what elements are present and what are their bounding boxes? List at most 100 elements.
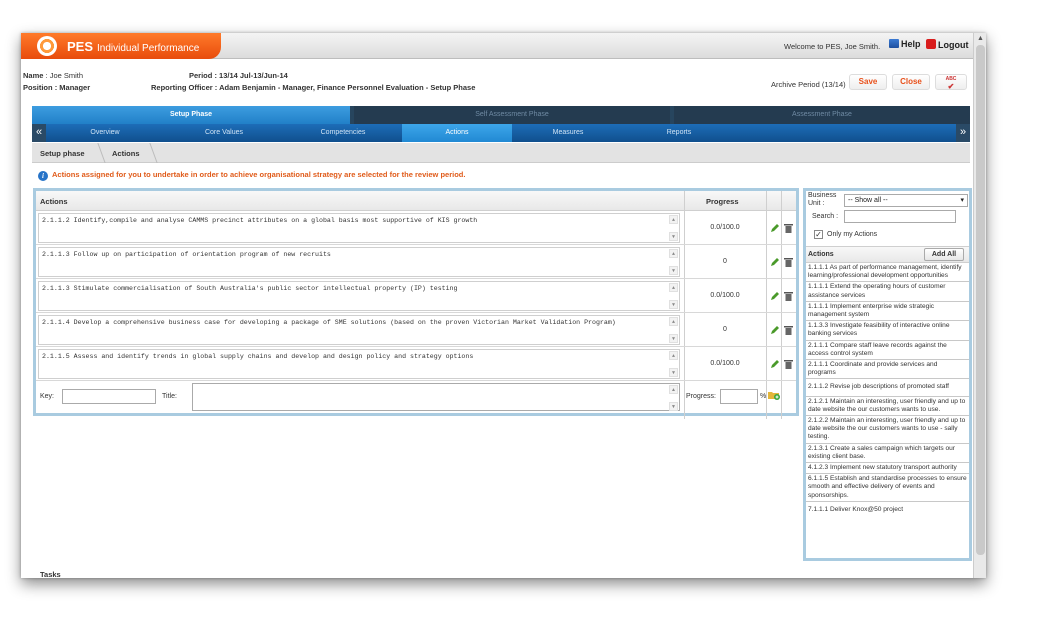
scroll-up-icon[interactable]: ▲	[669, 385, 678, 394]
list-item[interactable]: 2.1.1.1 Coordinate and provide services …	[806, 360, 969, 380]
archive-period[interactable]: Archive Period (13/14)	[771, 80, 846, 89]
scroll-up-icon[interactable]: ▲	[669, 283, 678, 292]
officer-info: Reporting Officer : Adam Benjamin - Mana…	[151, 83, 476, 92]
scroll-down-icon[interactable]: ▼	[669, 266, 678, 275]
list-item[interactable]: 7.1.1.1 Deliver Knox@50 project	[806, 502, 969, 518]
phase-assessment[interactable]: Assessment Phase	[674, 106, 970, 124]
row-progress: 0	[723, 258, 727, 265]
search-input[interactable]	[844, 210, 956, 223]
side-actions-title: Actions	[808, 251, 834, 258]
tab-next-button[interactable]: »	[956, 124, 970, 142]
name-info: Name : Joe Smith	[23, 71, 84, 80]
list-item[interactable]: 1.1.1.1 Extend the operating hours of cu…	[806, 282, 969, 302]
table-row: 2.1.1.3 Stimulate commercialisation of S…	[36, 279, 796, 313]
title-input[interactable]: ▲ ▼	[192, 383, 680, 411]
tab-bar: « Overview Core Values Competencies Acti…	[32, 124, 970, 142]
trash-icon[interactable]	[784, 257, 793, 267]
table-row: 2.1.1.5 Assess and identify trends in gl…	[36, 347, 796, 381]
business-unit-select[interactable]: -- Show all -- ▾	[844, 194, 968, 207]
scroll-thumb[interactable]	[976, 45, 985, 555]
help-icon	[889, 39, 899, 48]
action-text[interactable]: 2.1.1.2 Identify,compile and analyse CAM…	[38, 213, 680, 243]
action-text[interactable]: 2.1.1.3 Follow up on participation of or…	[38, 247, 680, 277]
scroll-up-icon[interactable]: ▲	[669, 351, 678, 360]
help-link[interactable]: Help	[889, 39, 921, 49]
action-text[interactable]: 2.1.1.3 Stimulate commercialisation of S…	[38, 281, 680, 311]
scroll-up-icon[interactable]: ▲	[669, 249, 678, 258]
add-folder-icon[interactable]	[768, 389, 780, 401]
close-button[interactable]: Close	[892, 74, 930, 90]
trash-icon[interactable]	[784, 325, 793, 335]
breadcrumb-setup-phase[interactable]: Setup phase	[40, 149, 85, 158]
pencil-icon[interactable]	[770, 325, 780, 335]
trash-icon[interactable]	[784, 359, 793, 369]
text-scrollbar[interactable]: ▲ ▼	[669, 385, 678, 411]
scroll-down-icon[interactable]: ▼	[669, 334, 678, 343]
scroll-up-icon[interactable]: ▲	[669, 317, 678, 326]
spellcheck-button[interactable]: ABC ✔	[935, 74, 967, 91]
text-scrollbar[interactable]: ▲ ▼	[669, 215, 678, 241]
tab-overview[interactable]: Overview	[46, 124, 164, 142]
side-action-list: 1.1.1.1 As part of performance managemen…	[806, 263, 969, 518]
column-actions: Actions	[40, 197, 68, 206]
tasks-heading: Tasks	[40, 570, 61, 578]
tab-reports[interactable]: Reports	[624, 124, 734, 142]
pencil-icon[interactable]	[770, 223, 780, 233]
list-item[interactable]: 2.1.2.1 Maintain an interesting, user fr…	[806, 397, 969, 417]
text-scrollbar[interactable]: ▲ ▼	[669, 351, 678, 377]
save-button[interactable]: Save	[849, 74, 887, 90]
scroll-up-icon[interactable]: ▲	[669, 215, 678, 224]
list-item[interactable]: 1.1.1.1 Implement enterprise wide strate…	[806, 302, 969, 322]
tab-competencies[interactable]: Competencies	[284, 124, 402, 142]
key-input[interactable]	[62, 389, 156, 404]
scroll-down-icon[interactable]: ▼	[669, 300, 678, 309]
scroll-up-icon[interactable]: ▲	[977, 35, 984, 42]
key-label: Key:	[40, 393, 55, 400]
text-scrollbar[interactable]: ▲ ▼	[669, 283, 678, 309]
scroll-down-icon[interactable]: ▼	[669, 368, 678, 377]
tab-prev-button[interactable]: «	[32, 124, 46, 142]
only-my-actions-checkbox[interactable]: ✓	[814, 230, 823, 239]
phase-self-assessment[interactable]: Self Assessment Phase	[354, 106, 670, 124]
phase-setup[interactable]: Setup Phase	[32, 106, 350, 124]
list-item[interactable]: 2.1.1.1 Compare staff leave records agai…	[806, 341, 969, 361]
scroll-down-icon[interactable]: ▼	[669, 232, 678, 241]
only-my-actions-label: Only my Actions	[827, 231, 878, 238]
list-item[interactable]: 2.1.2.2 Maintain an interesting, user fr…	[806, 416, 969, 444]
action-text[interactable]: 2.1.1.5 Assess and identify trends in gl…	[38, 349, 680, 379]
row-progress: 0.0/100.0	[710, 224, 740, 231]
phase-bar: Setup Phase Self Assessment Phase Assess…	[32, 106, 970, 124]
search-label: Search :	[812, 213, 839, 220]
text-scrollbar[interactable]: ▲ ▼	[669, 249, 678, 275]
title-label: Title:	[162, 393, 177, 400]
scroll-down-icon[interactable]: ▼	[669, 402, 678, 411]
tab-core-values[interactable]: Core Values	[164, 124, 284, 142]
tab-actions[interactable]: Actions	[402, 124, 512, 142]
tab-measures[interactable]: Measures	[512, 124, 624, 142]
list-item[interactable]: 4.1.2.3 Implement new statutory transpor…	[806, 463, 969, 475]
pencil-icon[interactable]	[770, 257, 780, 267]
trash-icon[interactable]	[784, 291, 793, 301]
page-scrollbar[interactable]: ▲	[973, 33, 986, 578]
pencil-icon[interactable]	[770, 291, 780, 301]
power-icon	[926, 39, 936, 49]
list-item[interactable]: 6.1.1.5 Establish and standardise proces…	[806, 474, 969, 502]
add-all-button[interactable]: Add All	[924, 248, 964, 261]
trash-icon[interactable]	[784, 223, 793, 233]
position-info: Position : Manager	[23, 83, 91, 92]
list-item[interactable]: 1.1.3.3 Investigate feasibility of inter…	[806, 321, 969, 341]
progress-label: Progress:	[686, 393, 716, 400]
progress-input[interactable]	[720, 389, 758, 404]
list-item[interactable]: 1.1.1.1 As part of performance managemen…	[806, 263, 969, 283]
breadcrumb-actions: Actions	[112, 149, 140, 158]
top-bar: PES Individual Performance Welcome to PES…	[21, 33, 973, 59]
action-text[interactable]: 2.1.1.4 Develop a comprehensive business…	[38, 315, 680, 345]
side-actions-header: Actions Add All	[806, 246, 969, 263]
text-scrollbar[interactable]: ▲ ▼	[669, 317, 678, 343]
list-item[interactable]: 2.1.1.2 Revise job descriptions of promo…	[806, 379, 969, 397]
welcome-text: Welcome to PES, Joe Smith.	[784, 42, 881, 51]
list-item[interactable]: 2.1.3.1 Create a sales campaign which ta…	[806, 444, 969, 464]
logout-link[interactable]: Logout	[926, 39, 969, 50]
table-row: 2.1.1.2 Identify,compile and analyse CAM…	[36, 211, 796, 245]
pencil-icon[interactable]	[770, 359, 780, 369]
